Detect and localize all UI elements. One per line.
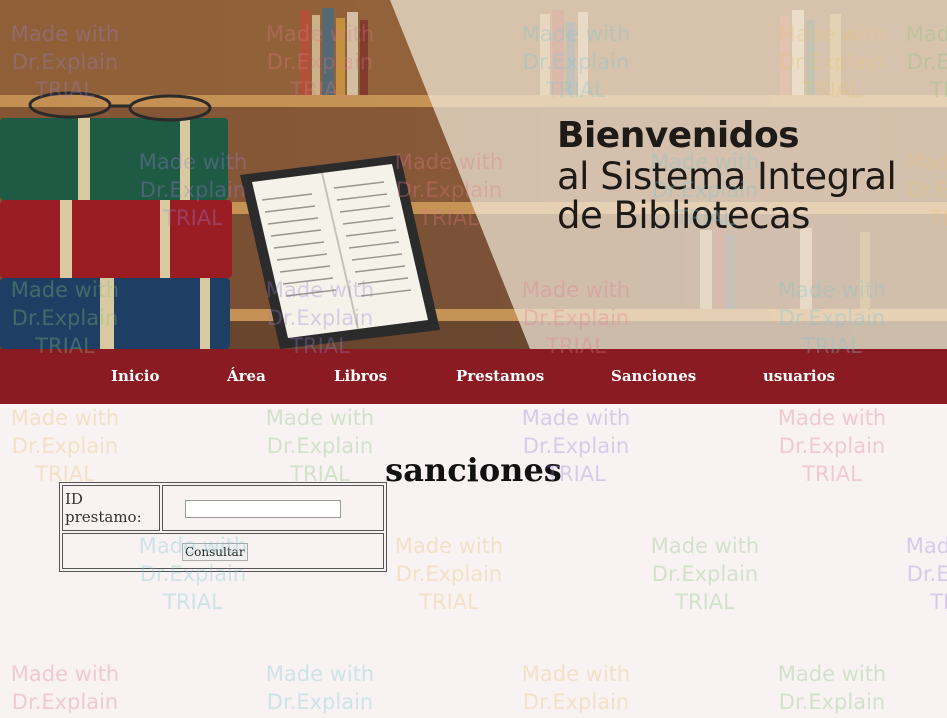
watermark-tile: Made with Dr.Explain TRIAL	[895, 532, 947, 616]
watermark-line1: Made with	[521, 662, 631, 686]
welcome-heading: Bienvenidos al Sistema Integral de Bibli…	[557, 115, 897, 237]
consult-button[interactable]: Consultar	[182, 542, 248, 561]
watermark-line1: Made with	[521, 406, 631, 430]
nav-item-inicio[interactable]: Inicio	[111, 349, 159, 404]
watermark-line3: TRIAL	[419, 590, 479, 614]
loan-id-label: ID prestamo:	[62, 485, 160, 531]
welcome-line-3: de Bibliotecas	[557, 194, 810, 237]
watermark-tile: Made withDr.ExplainTRIAL	[0, 660, 130, 718]
watermark-line1: Made with	[265, 662, 375, 686]
watermark-line1: Made with	[777, 406, 887, 430]
watermark-line3: TRIAL	[163, 590, 223, 614]
main-navigation: Inicio Área Libros Prestamos Sanciones u…	[0, 349, 947, 404]
welcome-line-1: Bienvenidos	[557, 115, 800, 156]
watermark-line1: Made with	[777, 662, 887, 686]
watermark-tile: Made with Dr.Explain TRIAL	[640, 532, 770, 616]
watermark-tile: Made with Dr.Explain TRIAL	[384, 532, 514, 616]
nav-item-libros[interactable]: Libros	[334, 349, 387, 404]
welcome-line-2: al Sistema Integral	[557, 155, 897, 198]
watermark-tile: Made withDr.ExplainTRIAL	[767, 660, 897, 718]
query-row-id: ID prestamo:	[62, 485, 384, 531]
query-table: ID prestamo: Consultar	[59, 482, 387, 572]
nav-item-usuarios[interactable]: usuarios	[763, 349, 835, 404]
watermark-line2: Dr.Explain	[778, 690, 886, 714]
sanction-query-form: ID prestamo: Consultar	[59, 482, 387, 572]
watermark-line1: Made with	[10, 406, 120, 430]
watermark-line2: Dr.Explain	[651, 562, 759, 586]
watermark-tile: Made withDr.ExplainTRIAL	[511, 660, 641, 718]
nav-item-area[interactable]: Área	[227, 349, 266, 404]
watermark-line2: Dr.Explain	[395, 562, 503, 586]
watermark-line1: Made with	[265, 406, 375, 430]
watermark-line2: Dr.Explain	[906, 562, 947, 586]
watermark-line1: Made with	[394, 534, 504, 558]
watermark-line1: Made with	[10, 662, 120, 686]
loan-id-cell	[162, 485, 384, 531]
watermark-tile: Made withDr.ExplainTRIAL	[255, 660, 385, 718]
query-row-submit: Consultar	[62, 533, 384, 569]
header-banner: Bienvenidos al Sistema Integral de Bibli…	[0, 0, 947, 349]
watermark-line2: Dr.Explain	[522, 690, 630, 714]
watermark-line1: Made with	[905, 534, 947, 558]
nav-item-prestamos[interactable]: Prestamos	[456, 349, 544, 404]
submit-cell: Consultar	[62, 533, 384, 569]
watermark-line3: TRIAL	[930, 590, 947, 614]
loan-id-input[interactable]	[185, 499, 341, 518]
watermark-line1: Made with	[650, 534, 760, 558]
watermark-line2: Dr.Explain	[11, 690, 119, 714]
watermark-line3: TRIAL	[675, 590, 735, 614]
watermark-line2: Dr.Explain	[266, 690, 374, 714]
nav-item-sanciones[interactable]: Sanciones	[611, 349, 696, 404]
